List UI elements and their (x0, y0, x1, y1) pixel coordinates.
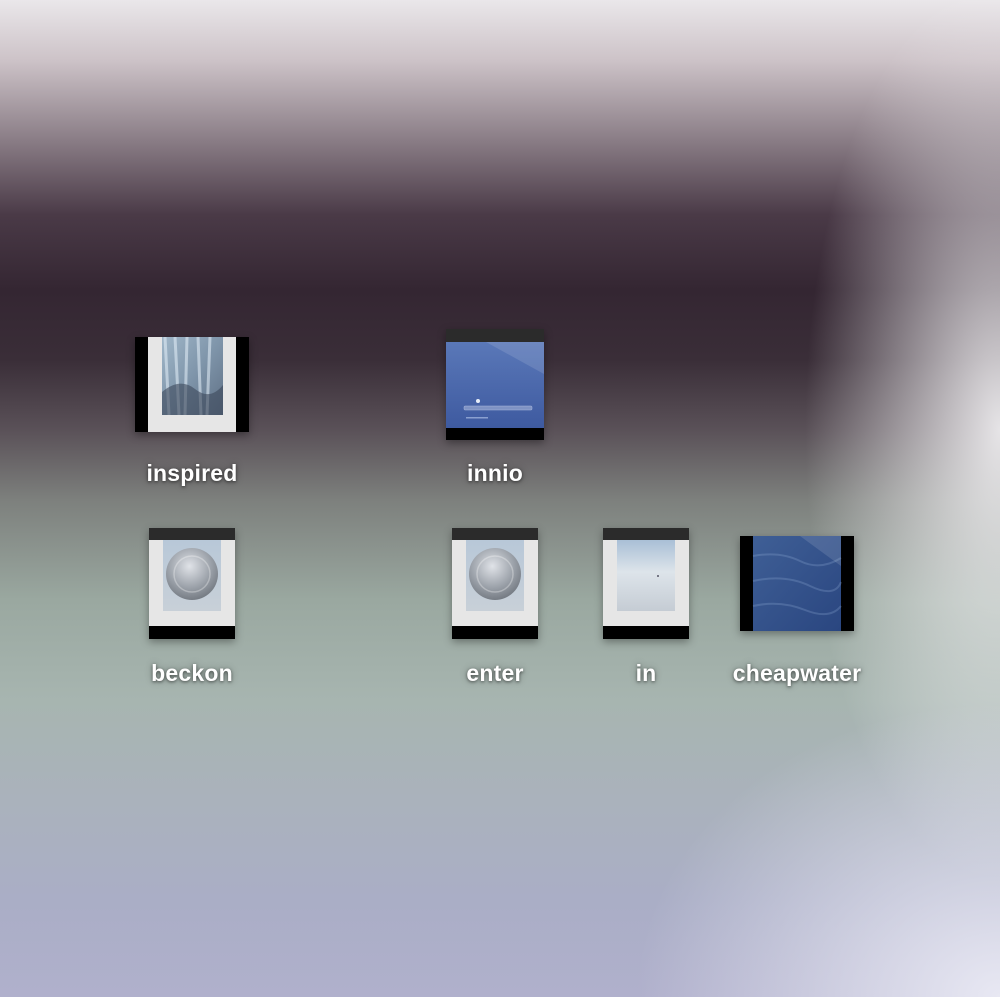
desktop-icon-innio[interactable] (446, 329, 544, 440)
desktop-icon-in[interactable] (603, 528, 689, 639)
snowfield-photo-icon (603, 528, 689, 639)
icon-label-enter: enter (466, 660, 524, 686)
desktop-icon-inspired[interactable] (135, 336, 249, 432)
icon-label-inspired: inspired (146, 460, 238, 486)
desktop-icon-cheapwater[interactable] (740, 536, 854, 631)
ocean-photo-icon (740, 536, 854, 631)
desktop-icon-beckon[interactable] (149, 528, 235, 639)
icon-label-innio: innio (467, 460, 523, 486)
login-screen-icon (446, 329, 544, 440)
icon-label-in: in (635, 660, 657, 686)
orb-photo-icon (149, 528, 235, 639)
desktop-icon-enter[interactable] (452, 528, 538, 639)
waterfall-photo-icon (135, 336, 249, 432)
orb-photo-icon (452, 528, 538, 639)
icon-label-beckon: beckon (151, 660, 233, 686)
icon-label-cheapwater: cheapwater (732, 660, 862, 686)
